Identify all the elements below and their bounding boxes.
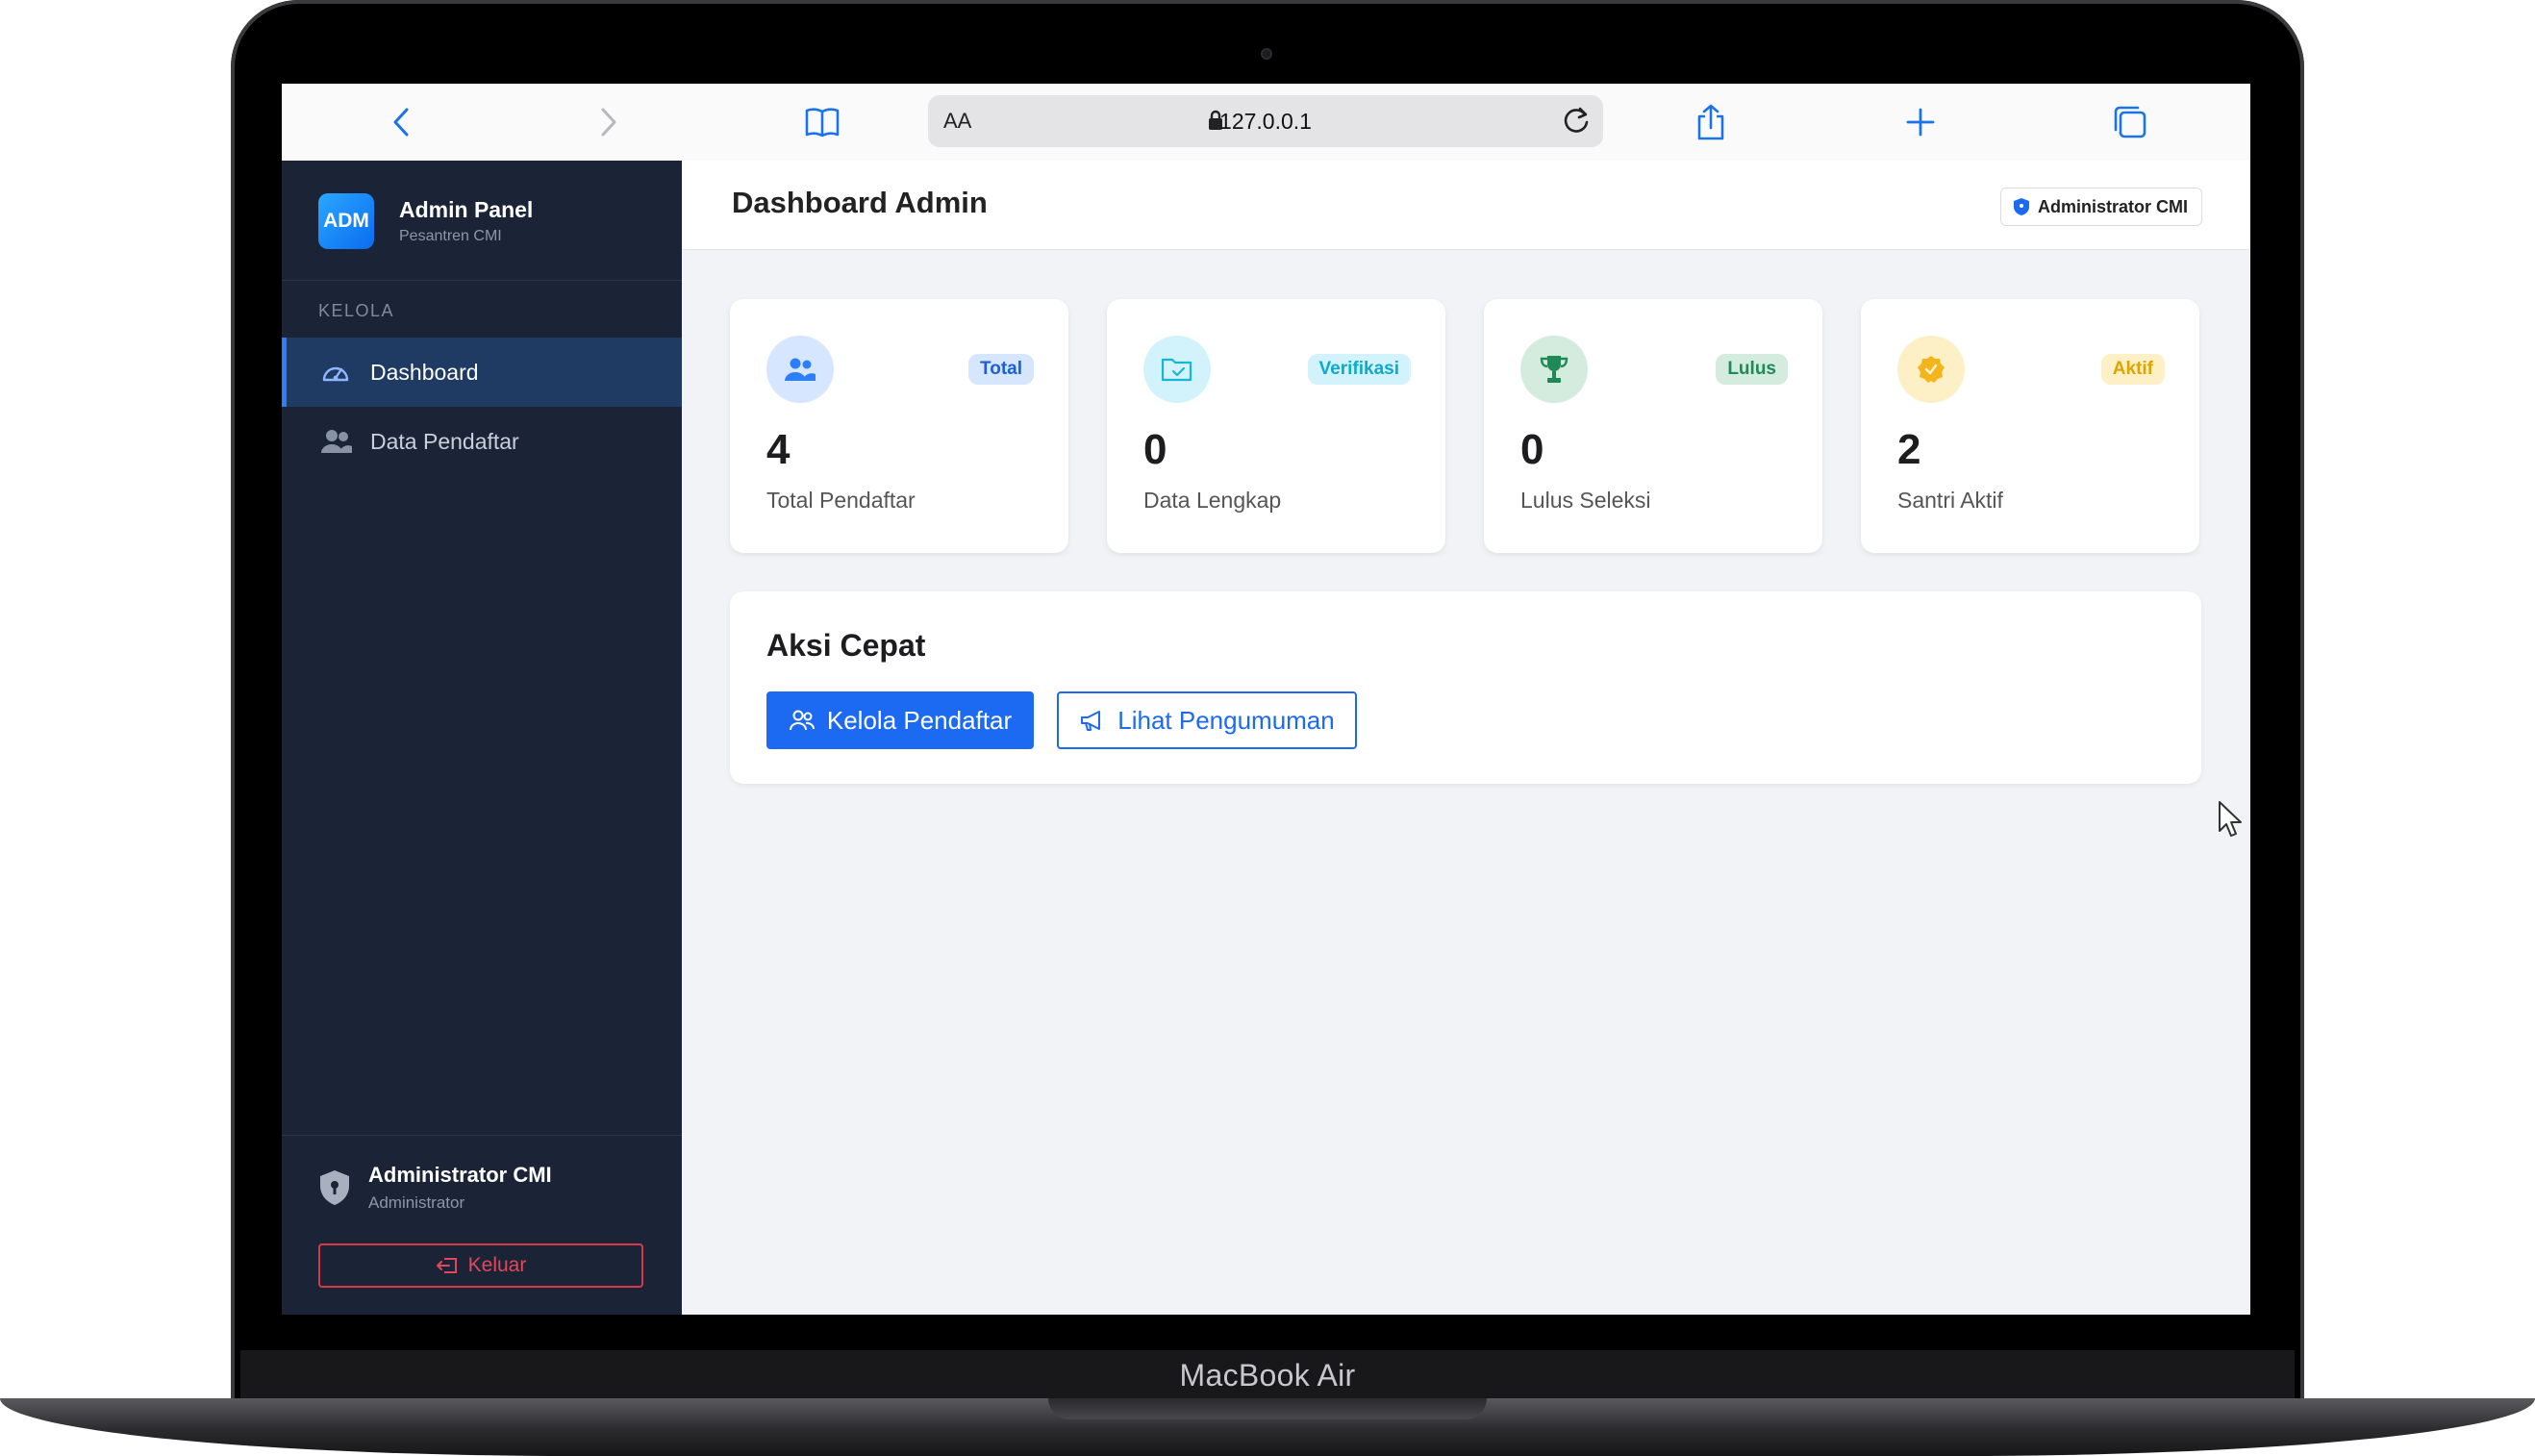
quick-actions-card: Aksi Cepat Kelola Pendaftar Lihat Pengum… [730, 591, 2201, 784]
brand-subtitle: Pesantren CMI [399, 228, 502, 244]
stat-caption: Total Pendaftar [766, 488, 916, 513]
lihat-pengumuman-label: Lihat Pengumuman [1117, 705, 1335, 735]
chevron-right-icon[interactable] [590, 103, 628, 141]
status-badge: Verifikasi [1307, 354, 1411, 385]
stat-card-aktif: Aktif 2 Santri Aktif [1861, 299, 2199, 553]
kelola-pendaftar-button[interactable]: Kelola Pendaftar [766, 691, 1034, 749]
page-title: Dashboard Admin [732, 186, 988, 219]
status-badge: Total [968, 354, 1034, 385]
laptop-hinge [1048, 1398, 1487, 1419]
book-icon[interactable] [803, 103, 841, 141]
stat-value: 0 [1520, 426, 1544, 473]
plus-icon[interactable] [1901, 103, 1940, 141]
brand: ADM Admin Panel Pesantren CMI [282, 161, 682, 281]
admin-badge: Administrator CMI [1999, 188, 2202, 226]
gauge-icon [320, 359, 351, 386]
logout-label: Keluar [467, 1254, 527, 1276]
url-host: 127.0.0.1 [1219, 108, 1312, 134]
sidebar: ADM Admin Panel Pesantren CMI KELOLA Das… [282, 161, 682, 1315]
stat-value: 0 [1143, 426, 1167, 473]
pointer-cursor-icon [2219, 801, 2242, 837]
status-badge: Lulus [1716, 354, 1788, 385]
stat-caption: Santri Aktif [1897, 488, 2003, 513]
badge-check-icon [1897, 336, 1965, 403]
logout-icon [436, 1258, 457, 1273]
stat-value: 2 [1897, 426, 1921, 473]
stat-caption: Data Lengkap [1143, 488, 1282, 513]
stat-card-verifikasi: Verifikasi 0 Data Lengkap [1107, 299, 1445, 553]
user-name: Administrator CMI [368, 1163, 552, 1187]
megaphone-icon [1081, 711, 1101, 731]
camera-icon [1261, 48, 1272, 60]
folder-check-icon [1143, 336, 1211, 403]
users-icon [766, 336, 834, 403]
stat-caption: Lulus Seleksi [1520, 488, 1651, 513]
shield-icon [2013, 198, 2029, 215]
sidebar-item-data-pendaftar[interactable]: Data Pendaftar [282, 407, 682, 476]
brand-logo: ADM [318, 193, 374, 249]
brand-title: Admin Panel [399, 197, 534, 222]
logout-button[interactable]: Keluar [318, 1243, 643, 1288]
sidebar-item-label: Dashboard [370, 359, 479, 385]
users-icon [320, 428, 352, 455]
tabs-icon[interactable] [2111, 103, 2149, 141]
device-label: MacBook Air [240, 1350, 2295, 1400]
reload-icon[interactable] [1559, 103, 1594, 142]
status-badge: Aktif [2100, 354, 2165, 385]
sidebar-user: Administrator CMI Administrator Keluar [282, 1135, 682, 1315]
shield-icon [318, 1168, 351, 1212]
screen: AA 127.0.0.1 ADM Admin Panel Pesantren C… [282, 84, 2250, 1315]
stat-card-total: Total 4 Total Pendaftar [730, 299, 1068, 553]
share-icon[interactable] [1692, 103, 1730, 141]
admin-badge-label: Administrator CMI [2037, 196, 2188, 216]
stat-value: 4 [766, 426, 791, 473]
stat-card-lulus: Lulus 0 Lulus Seleksi [1484, 299, 1822, 553]
sidebar-item-dashboard[interactable]: Dashboard [282, 338, 682, 407]
kelola-pendaftar-label: Kelola Pendaftar [826, 705, 1013, 735]
address-bar[interactable]: AA 127.0.0.1 [928, 95, 1603, 147]
chevron-left-icon[interactable] [382, 103, 420, 141]
section-label: KELOLA [318, 301, 395, 320]
users-icon [789, 710, 815, 731]
trophy-icon [1520, 336, 1588, 403]
sidebar-item-label: Data Pendaftar [370, 428, 519, 454]
quick-actions-title: Aksi Cepat [766, 628, 926, 663]
browser-toolbar: AA 127.0.0.1 [282, 84, 2250, 162]
user-role: Administrator [368, 1193, 465, 1212]
header: Dashboard Admin Administrator CMI [682, 161, 2250, 250]
lihat-pengumuman-button[interactable]: Lihat Pengumuman [1057, 691, 1357, 749]
